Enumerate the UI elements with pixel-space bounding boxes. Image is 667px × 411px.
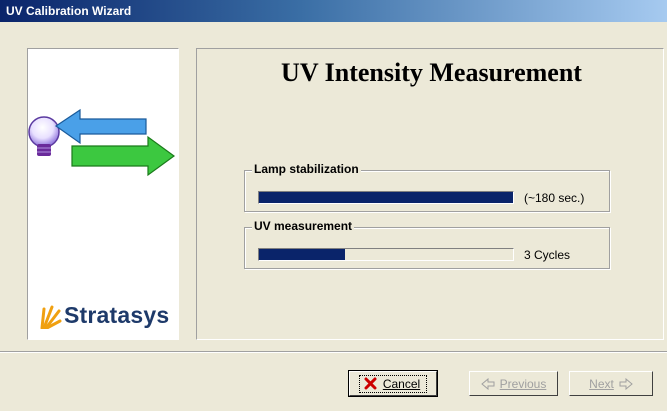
- cancel-button[interactable]: Cancel: [348, 370, 438, 397]
- uv-measurement-progress-bar: [258, 248, 514, 261]
- red-x-icon: [364, 377, 377, 390]
- light-bulb-icon: [28, 116, 60, 156]
- group-label: Lamp stabilization: [252, 162, 361, 176]
- arrow-right-icon: [619, 377, 633, 390]
- stratasys-logo: Stratasys: [38, 301, 169, 329]
- brand-name: Stratasys: [64, 302, 170, 328]
- group-note: 3 Cycles: [524, 248, 571, 262]
- next-button[interactable]: Next: [569, 371, 653, 396]
- previous-label: Previous: [499, 376, 547, 391]
- arrow-left-blue-icon: [54, 108, 147, 145]
- cancel-button-focus: Cancel: [358, 374, 428, 393]
- progress-fill: [259, 192, 513, 203]
- side-image-panel: Stratasys: [27, 48, 179, 340]
- group-label: UV measurement: [252, 219, 355, 233]
- lamp-stabilization-progress-bar: [258, 191, 514, 204]
- uv-measurement-group: UV measurement 3 Cycles: [244, 219, 610, 269]
- title-bar: UV Calibration Wizard: [0, 0, 667, 22]
- group-note: (~180 sec.): [524, 191, 585, 205]
- arrow-right-green-icon: [71, 135, 176, 177]
- progress-fill: [259, 249, 346, 260]
- previous-button[interactable]: Previous: [469, 371, 558, 396]
- arrow-left-icon: [480, 377, 495, 390]
- next-label: Next: [589, 376, 614, 391]
- lamp-stabilization-group: Lamp stabilization (~180 sec.): [244, 162, 610, 212]
- calibration-lamp-arrows-illustration: [28, 108, 176, 177]
- page-title: UV Intensity Measurement: [281, 58, 582, 87]
- starburst-mark-icon: [40, 305, 62, 329]
- cancel-label: Cancel: [382, 376, 421, 391]
- button-separator-highlight: [0, 352, 667, 353]
- window-title: UV Calibration Wizard: [6, 4, 132, 18]
